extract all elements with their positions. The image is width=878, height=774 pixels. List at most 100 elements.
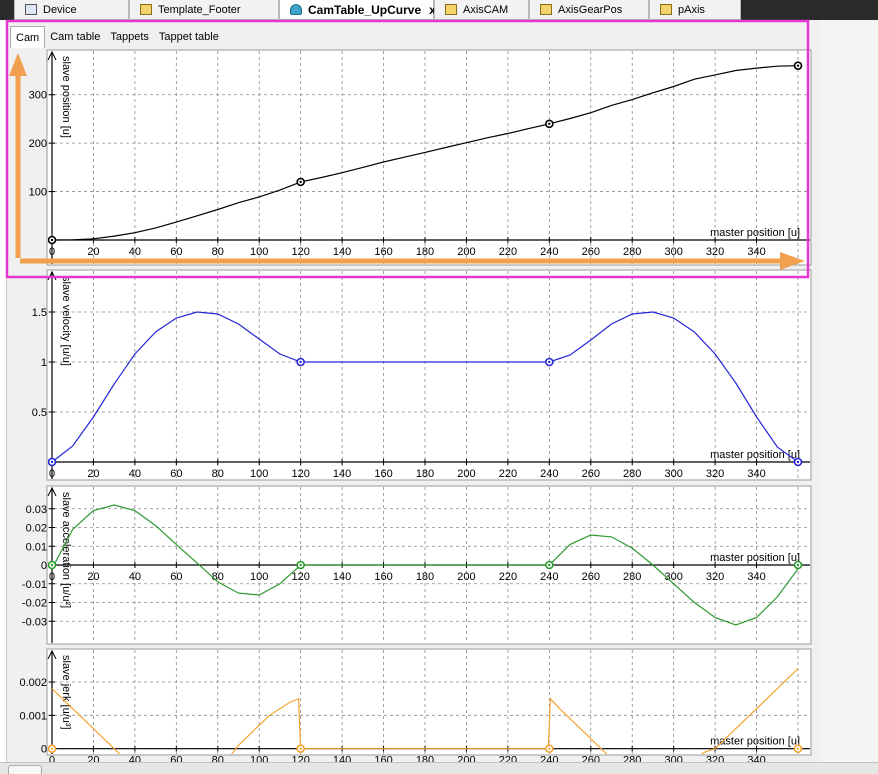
x-tick-label: 300 bbox=[664, 468, 682, 480]
y-tick-label: 0 bbox=[41, 560, 47, 572]
x-tick-label: 180 bbox=[416, 246, 434, 258]
x-axis-label: master position [u] bbox=[710, 552, 800, 564]
x-tick-label: 280 bbox=[623, 571, 641, 583]
x-tick-label: 120 bbox=[291, 468, 309, 480]
y-axis-label: slave position [u] bbox=[60, 56, 72, 138]
x-tick-label: 320 bbox=[706, 571, 724, 583]
x-tick-label: 280 bbox=[623, 468, 641, 480]
x-tick-label: 80 bbox=[212, 468, 224, 480]
x-tick-label: 240 bbox=[540, 246, 558, 258]
control-point-center bbox=[50, 563, 54, 567]
y-tick-label: -0.03 bbox=[22, 616, 47, 628]
x-tick-label: 320 bbox=[706, 468, 724, 480]
x-tick-label: 120 bbox=[291, 246, 309, 258]
x-tick-label: 260 bbox=[582, 468, 600, 480]
x-tick-label: 40 bbox=[129, 246, 141, 258]
control-point-center bbox=[548, 563, 551, 567]
y-tick-label: 200 bbox=[29, 138, 47, 150]
x-tick-label: 340 bbox=[747, 571, 765, 583]
y-tick-label: 0.5 bbox=[32, 407, 47, 419]
y-axis-label: slave jerk [u/u³] bbox=[60, 655, 72, 730]
x-tick-label: 220 bbox=[499, 468, 517, 480]
cam-plots: 0 20 40 60 80 100 120 140 160 180 200 220 240 260 280 3… bbox=[5, 19, 812, 767]
y-axis-label: slave velocity [u/u] bbox=[60, 276, 72, 366]
x-tick-label: 140 bbox=[333, 246, 351, 258]
x-tick-label: 120 bbox=[291, 571, 309, 583]
y-arrow-head bbox=[9, 53, 27, 76]
x-tick-label: 300 bbox=[664, 246, 682, 258]
control-point-center bbox=[299, 180, 302, 184]
y-tick-label: 100 bbox=[29, 187, 47, 199]
control-point-center bbox=[299, 747, 302, 750]
x-tick-label: 0 bbox=[49, 246, 55, 258]
x-tick-label: 40 bbox=[129, 468, 141, 480]
x-tick-label: 200 bbox=[457, 246, 475, 258]
control-point-center bbox=[548, 747, 551, 750]
x-axis-label: master position [u] bbox=[710, 449, 800, 461]
x-tick-label: 160 bbox=[374, 468, 392, 480]
x-tick-label: 100 bbox=[250, 468, 268, 480]
x-tick-label: 340 bbox=[747, 468, 765, 480]
x-axis-label: master position [u] bbox=[710, 227, 800, 239]
control-point-center bbox=[548, 360, 551, 364]
x-tick-label: 260 bbox=[582, 571, 600, 583]
y-tick-label: 0.002 bbox=[19, 677, 47, 689]
control-point-center bbox=[796, 64, 800, 67]
x-tick-label: 20 bbox=[87, 571, 99, 583]
x-tick-label: 220 bbox=[499, 246, 517, 258]
control-point-center bbox=[796, 460, 800, 464]
x-tick-label: 260 bbox=[582, 246, 600, 258]
y-tick-label: 1 bbox=[41, 357, 47, 369]
control-point-center bbox=[50, 460, 54, 464]
x-tick-label: 160 bbox=[374, 571, 392, 583]
control-point-center bbox=[299, 360, 302, 364]
y-tick-label: 1.5 bbox=[32, 307, 47, 319]
x-tick-label: 220 bbox=[499, 571, 517, 583]
y-tick-label: 0 bbox=[41, 744, 47, 756]
x-tick-label: 240 bbox=[540, 571, 558, 583]
x-tick-label: 0 bbox=[49, 571, 55, 583]
x-tick-label: 280 bbox=[623, 246, 641, 258]
y-tick-label: -0.01 bbox=[22, 579, 47, 591]
x-tick-label: 20 bbox=[87, 468, 99, 480]
x-tick-label: 320 bbox=[706, 246, 724, 258]
x-tick-label: 200 bbox=[457, 468, 475, 480]
x-tick-label: 80 bbox=[212, 246, 224, 258]
x-tick-label: 20 bbox=[87, 246, 99, 258]
x-tick-label: 40 bbox=[129, 571, 141, 583]
chart-panel-3: 0 20 40 60 80 100 120 140 160 180 200 220 240 260 280 3… bbox=[22, 485, 812, 645]
x-tick-label: 60 bbox=[170, 246, 182, 258]
chart-frame bbox=[46, 269, 812, 481]
x-tick-label: 0 bbox=[49, 468, 55, 480]
chart-panel-2: 0 20 40 60 80 100 120 140 160 180 200 220 240 260 280 3… bbox=[32, 269, 812, 481]
x-tick-label: 180 bbox=[416, 468, 434, 480]
control-point-center bbox=[50, 747, 54, 750]
x-tick-label: 100 bbox=[250, 571, 268, 583]
y-tick-label: 300 bbox=[29, 90, 47, 102]
x-tick-label: 60 bbox=[170, 571, 182, 583]
y-tick-label: 0.03 bbox=[26, 504, 47, 516]
x-tick-label: 200 bbox=[457, 571, 475, 583]
control-point-center bbox=[796, 563, 800, 567]
x-tick-label: 180 bbox=[416, 571, 434, 583]
y-tick-label: -0.02 bbox=[22, 598, 47, 610]
y-tick-label: 0.01 bbox=[26, 541, 47, 553]
x-tick-label: 140 bbox=[333, 468, 351, 480]
y-tick-label: 0.02 bbox=[26, 523, 47, 535]
x-tick-label: 340 bbox=[747, 246, 765, 258]
chart-panel-1: 0 20 40 60 80 100 120 140 160 180 200 220 240 260 280 3… bbox=[29, 49, 812, 266]
control-point-center bbox=[299, 563, 302, 567]
status-bar bbox=[0, 762, 878, 774]
y-tick-label: 0.001 bbox=[19, 710, 47, 722]
chart-frame bbox=[46, 648, 812, 756]
control-point-center bbox=[50, 238, 54, 242]
x-tick-label: 100 bbox=[250, 246, 268, 258]
chart-panel-4: 0 20 40 60 80 100 120 140 160 180 200 220 240 260 280 3… bbox=[19, 648, 812, 767]
chart-frame bbox=[46, 49, 812, 266]
x-tick-label: 60 bbox=[170, 468, 182, 480]
x-axis-label: master position [u] bbox=[710, 736, 800, 748]
x-tick-label: 140 bbox=[333, 571, 351, 583]
x-tick-label: 160 bbox=[374, 246, 392, 258]
x-tick-label: 240 bbox=[540, 468, 558, 480]
x-tick-label: 300 bbox=[664, 571, 682, 583]
